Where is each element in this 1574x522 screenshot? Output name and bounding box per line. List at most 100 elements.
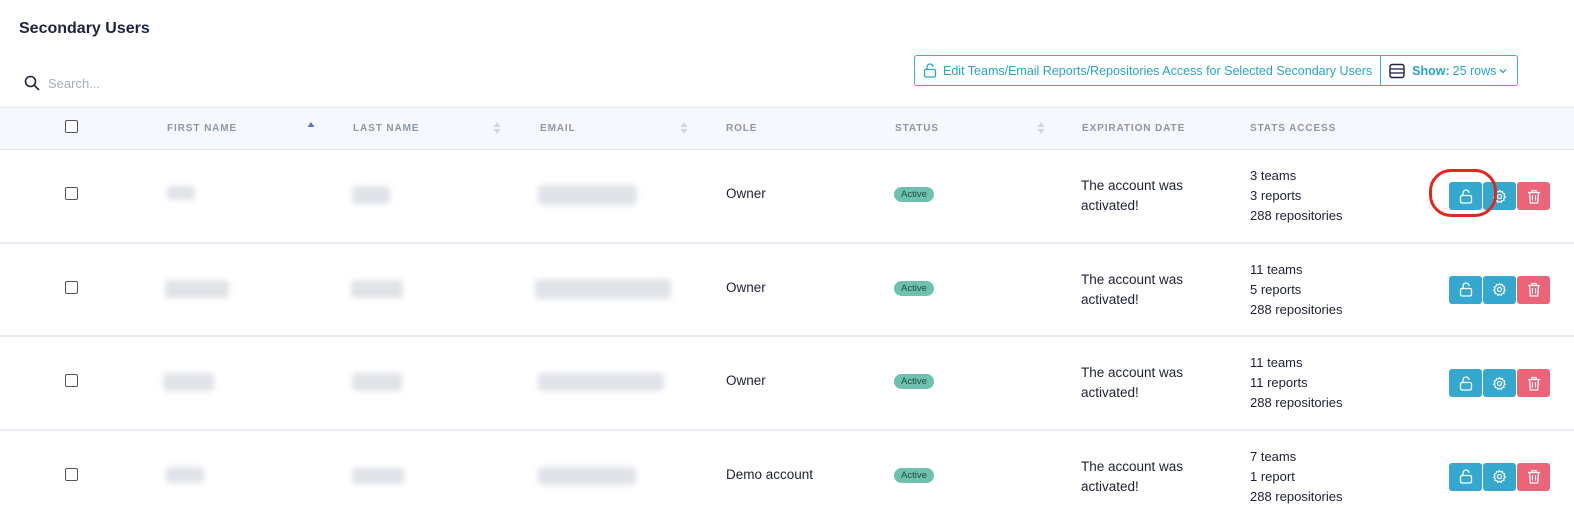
trash-icon	[1527, 189, 1540, 204]
teams-count: 11 teams	[1250, 355, 1303, 370]
show-label: Show:	[1412, 63, 1450, 78]
settings-row-button[interactable]	[1483, 182, 1516, 210]
gear-icon	[1493, 189, 1506, 203]
edit-access-label: Edit Teams/Email Reports/Repositories Ac…	[943, 63, 1373, 78]
expiration-cell: The account was activated!	[1081, 458, 1184, 494]
chevron-down-icon	[1499, 68, 1507, 73]
edit-access-button[interactable]: Edit Teams/Email Reports/Repositories Ac…	[914, 55, 1382, 86]
teams-count: 11 teams	[1250, 261, 1303, 277]
gear-icon	[1493, 376, 1506, 390]
settings-row-button[interactable]	[1483, 369, 1516, 397]
email-redacted	[538, 466, 636, 485]
rows-value: 25 rows	[1452, 63, 1497, 78]
row-checkbox[interactable]	[65, 187, 78, 200]
edit-access-row-button[interactable]	[1449, 182, 1482, 210]
column-expiration-date: EXPIRATION DATE	[1082, 123, 1186, 134]
gear-icon	[1493, 282, 1506, 296]
unlock-icon	[1459, 469, 1472, 484]
row-checkbox[interactable]	[65, 374, 78, 387]
first-name-redacted	[166, 466, 204, 483]
role-cell: Owner	[726, 279, 766, 295]
last-name-redacted	[352, 467, 404, 484]
repositories-count: 288 repositories	[1250, 488, 1343, 504]
row-checkbox[interactable]	[65, 280, 78, 294]
repositories-count: 288 repositories	[1250, 208, 1343, 223]
teams-count: 3 teams	[1250, 168, 1297, 183]
last-name-redacted	[352, 186, 390, 204]
edit-access-row-button[interactable]	[1449, 275, 1482, 304]
status-badge: Active	[894, 187, 934, 202]
reports-count: 11 reports	[1250, 375, 1308, 390]
reports-count: 1 report	[1250, 468, 1295, 484]
first-name-redacted	[163, 373, 214, 391]
column-role: ROLE	[726, 123, 758, 134]
search-icon	[24, 75, 40, 91]
sort-icon[interactable]	[680, 121, 688, 135]
column-last-name[interactable]: LAST NAME	[353, 123, 419, 134]
status-badge: Active	[894, 374, 934, 389]
email-redacted	[538, 373, 664, 391]
first-name-redacted	[167, 186, 195, 200]
unlock-icon	[923, 63, 937, 78]
last-name-redacted	[352, 373, 402, 391]
search-input[interactable]	[48, 72, 348, 94]
email-redacted	[535, 278, 671, 299]
repositories-count: 288 repositories	[1250, 395, 1343, 410]
table-row: Owner Active The account was activated! …	[0, 244, 1574, 337]
expiration-cell: The account was activated!	[1081, 271, 1184, 307]
unlock-icon	[1459, 375, 1472, 391]
role-cell: Demo account	[726, 466, 814, 482]
status-badge: Active	[894, 467, 934, 483]
trash-icon	[1527, 376, 1540, 391]
edit-access-row-button[interactable]	[1449, 369, 1482, 397]
users-table: FIRST NAME LAST NAME EMAIL ROLE STATUS E…	[0, 107, 1574, 522]
delete-row-button[interactable]	[1517, 275, 1550, 304]
toolbar: Edit Teams/Email Reports/Repositories Ac…	[914, 55, 1519, 86]
status-badge: Active	[894, 280, 934, 296]
reports-count: 5 reports	[1250, 281, 1302, 297]
table-row: Demo account Active The account was acti…	[0, 431, 1574, 522]
delete-row-button[interactable]	[1517, 462, 1550, 491]
settings-row-button[interactable]	[1483, 462, 1516, 491]
last-name-redacted	[351, 279, 403, 298]
stats-access-cell: 11 teams 11 reports 288 repositories	[1250, 353, 1343, 413]
role-cell: Owner	[726, 373, 766, 388]
select-all-checkbox[interactable]	[65, 120, 78, 133]
page-title: Secondary Users	[19, 20, 150, 37]
row-actions	[1449, 275, 1551, 304]
column-status[interactable]: STATUS	[895, 123, 939, 134]
delete-row-button[interactable]	[1517, 182, 1550, 210]
teams-count: 7 teams	[1250, 448, 1297, 464]
sort-icon[interactable]	[493, 121, 501, 135]
settings-row-button[interactable]	[1483, 275, 1516, 304]
edit-access-row-button[interactable]	[1449, 462, 1482, 491]
stats-access-cell: 3 teams 3 reports 288 repositories	[1250, 166, 1343, 226]
unlock-icon	[1459, 282, 1472, 297]
trash-icon	[1527, 282, 1540, 297]
sort-asc-icon[interactable]	[307, 120, 315, 134]
gear-icon	[1493, 469, 1506, 483]
email-redacted	[538, 185, 637, 205]
trash-icon	[1527, 469, 1540, 484]
role-cell: Owner	[726, 186, 766, 201]
table-row: Owner Active The account was activated! …	[0, 150, 1574, 244]
first-name-redacted	[165, 279, 229, 298]
rows-per-page-select[interactable]: Show: 25 rows	[1380, 55, 1519, 86]
delete-row-button[interactable]	[1517, 369, 1550, 397]
row-actions	[1449, 182, 1551, 210]
sort-icon[interactable]	[1037, 121, 1045, 135]
table-header: FIRST NAME LAST NAME EMAIL ROLE STATUS E…	[0, 107, 1574, 150]
expiration-cell: The account was activated!	[1081, 178, 1184, 213]
repositories-count: 288 repositories	[1250, 301, 1343, 317]
column-stats-access: STATS ACCESS	[1250, 123, 1337, 134]
column-first-name[interactable]: FIRST NAME	[167, 123, 237, 134]
row-actions	[1449, 462, 1551, 491]
column-email[interactable]: EMAIL	[540, 123, 576, 134]
row-actions	[1449, 369, 1551, 397]
row-checkbox[interactable]	[65, 467, 78, 481]
unlock-icon	[1459, 188, 1472, 204]
expiration-cell: The account was activated!	[1081, 365, 1184, 400]
stats-access-cell: 11 teams 5 reports 288 repositories	[1250, 260, 1343, 320]
table-rows-icon	[1389, 63, 1405, 78]
table-row: Owner Active The account was activated! …	[0, 337, 1574, 431]
